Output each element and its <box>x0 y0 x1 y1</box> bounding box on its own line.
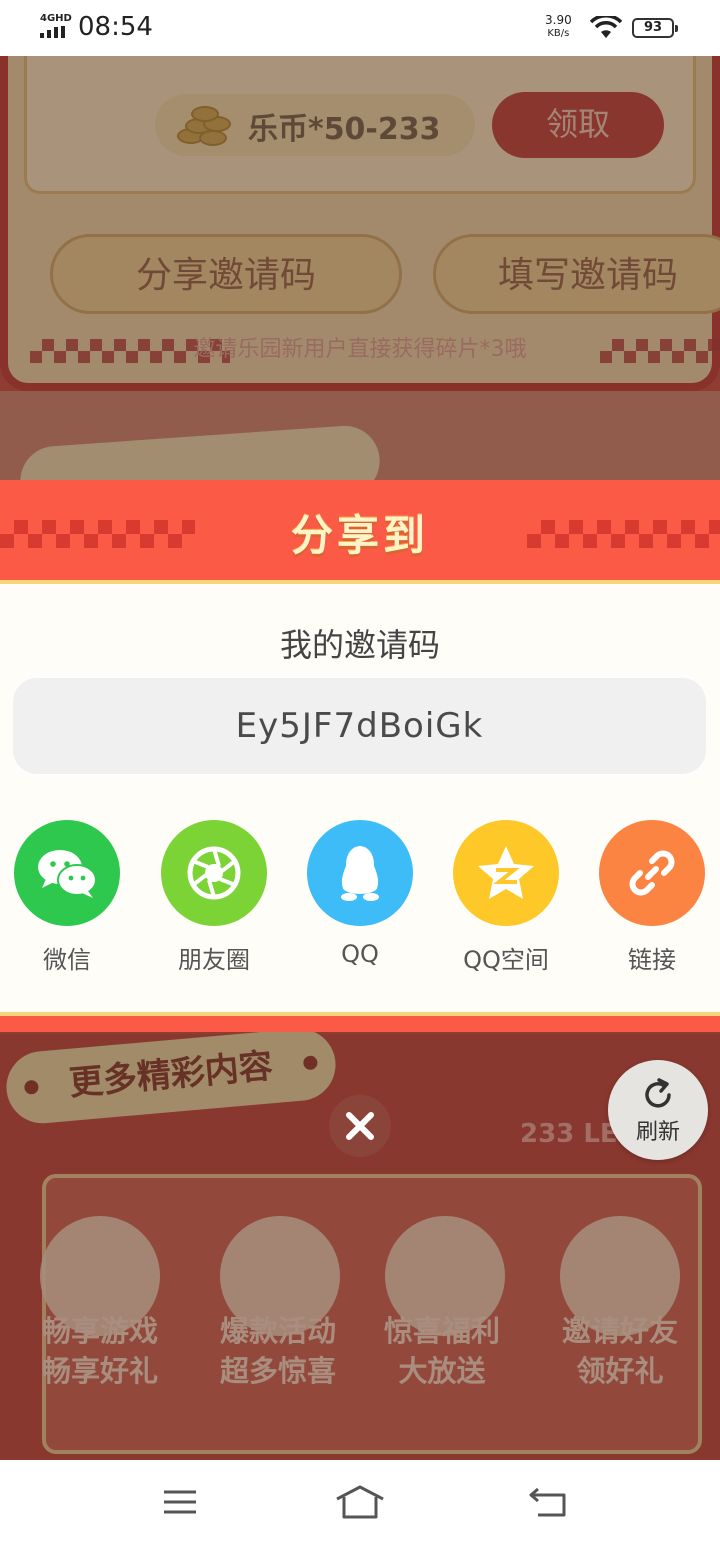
share-sheet-body: 我的邀请码 Ey5JF7dBoiGk 微信 朋友圈 QQ QQ空间 链接 <box>0 580 720 1016</box>
close-icon <box>346 1112 374 1140</box>
home-icon <box>336 1485 384 1519</box>
navigation-bar <box>0 1460 720 1544</box>
share-wechat[interactable]: 微信 <box>14 820 120 975</box>
invite-code-field[interactable]: Ey5JF7dBoiGk <box>13 678 706 774</box>
home-button[interactable] <box>335 1482 385 1522</box>
share-link-label: 链接 <box>628 946 676 974</box>
share-moments-label: 朋友圈 <box>178 946 250 974</box>
share-qzone[interactable]: QQ空间 <box>453 820 559 975</box>
qq-icon <box>307 820 413 926</box>
share-sheet-footer <box>0 1016 720 1032</box>
share-sheet-title: 分享到 <box>290 511 429 560</box>
clock: 08:54 <box>78 12 153 42</box>
refresh-button[interactable]: 刷新 <box>608 1060 708 1160</box>
back-icon <box>529 1487 566 1517</box>
share-link[interactable]: 链接 <box>599 820 705 975</box>
share-sheet-header: 分享到 <box>0 480 720 580</box>
moments-icon <box>161 820 267 926</box>
qzone-icon <box>453 820 559 926</box>
network-type: 4GHD <box>40 13 72 24</box>
menu-button[interactable] <box>155 1482 205 1522</box>
wechat-icon <box>14 820 120 926</box>
menu-icon <box>164 1490 196 1514</box>
battery-icon: 93 <box>632 18 678 38</box>
share-qzone-label: QQ空间 <box>463 946 549 974</box>
status-bar: 4GHD 08:54 3.90 KB/s 93 <box>0 0 720 56</box>
speed-unit: KB/s <box>547 28 570 39</box>
speed-value: 3.90 <box>545 13 572 27</box>
network-speed: 3.90 KB/s <box>545 14 572 40</box>
wifi-icon <box>590 16 622 38</box>
share-moments[interactable]: 朋友圈 <box>161 820 267 975</box>
signal-icon <box>40 26 65 38</box>
refresh-icon <box>645 1078 671 1108</box>
close-button[interactable] <box>329 1095 391 1157</box>
share-qq-label: QQ <box>341 940 379 968</box>
share-wechat-label: 微信 <box>43 946 91 974</box>
refresh-label: 刷新 <box>635 1120 680 1145</box>
invite-code-label: 我的邀请码 <box>279 626 440 664</box>
share-qq[interactable]: QQ <box>307 820 413 968</box>
share-sheet: 分享到 我的邀请码 Ey5JF7dBoiGk 微信 朋友圈 QQ QQ空间 链接 <box>0 480 720 1032</box>
link-icon <box>599 820 705 926</box>
back-button[interactable] <box>523 1482 573 1522</box>
